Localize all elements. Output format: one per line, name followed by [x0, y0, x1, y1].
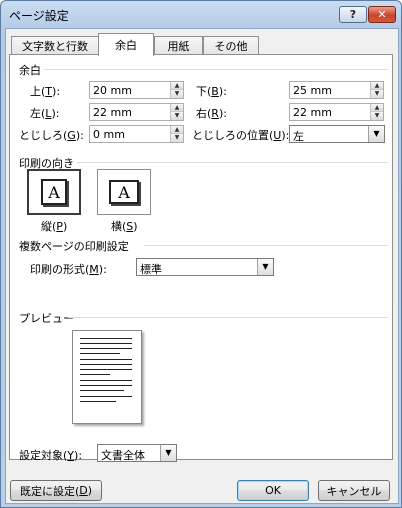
tab-margins[interactable]: 余白 [98, 33, 154, 56]
preview-text-line [80, 401, 116, 402]
print-format-select[interactable]: 標準 ▼ [136, 258, 274, 276]
right-margin-value: 22 mm [293, 106, 332, 119]
preview-text-line [80, 359, 132, 360]
spin-down-icon[interactable]: ▼ [370, 112, 383, 120]
chevron-down-icon[interactable]: ▼ [160, 445, 176, 461]
gutter-label: とじしろ(G): [19, 129, 84, 142]
help-button[interactable]: ? [339, 6, 367, 23]
gutter-position-label: とじしろの位置(U): [192, 129, 290, 142]
top-margin-spinner[interactable]: 20 mm ▲ ▼ [89, 81, 184, 99]
set-as-default-button[interactable]: 既定に設定(D) [10, 480, 102, 501]
bottom-margin-value: 25 mm [293, 84, 332, 97]
apply-to-select[interactable]: 文書全体 ▼ [97, 444, 177, 462]
spin-down-icon[interactable]: ▼ [170, 134, 183, 142]
apply-to-value: 文書全体 [101, 449, 145, 462]
right-margin-spinner[interactable]: 22 mm ▲ ▼ [289, 103, 384, 121]
bottom-margin-spinner[interactable]: 25 mm ▲ ▼ [289, 81, 384, 99]
apply-to-label: 設定対象(Y): [19, 449, 83, 462]
portrait-label: 縦(P) [41, 220, 68, 233]
spin-up-icon[interactable]: ▲ [370, 82, 383, 90]
preview-group-label: プレビュー [19, 310, 74, 326]
gutter-position-select[interactable]: 左 ▼ [289, 125, 385, 143]
chevron-down-icon[interactable]: ▼ [257, 259, 273, 275]
preview-text-line [80, 380, 132, 381]
landscape-option[interactable]: A [97, 169, 151, 215]
page-setup-dialog: ページ設定 ? ✕ 文字数と行数 余白 用紙 その他 余白 上(T): 20 m… [0, 0, 402, 508]
preview-page [72, 330, 142, 424]
landscape-label: 横(S) [111, 220, 138, 233]
portrait-option[interactable]: A [27, 169, 81, 215]
dialog-body: 文字数と行数 余白 用紙 その他 余白 上(T): 20 mm ▲ ▼ 下(B):… [5, 28, 399, 504]
portrait-page-icon: A [41, 179, 67, 205]
landscape-page-icon: A [109, 180, 139, 204]
spin-up-icon[interactable]: ▲ [170, 104, 183, 112]
preview-text-line [80, 343, 132, 344]
preview-text-line [80, 364, 132, 365]
spin-up-icon[interactable]: ▲ [170, 126, 183, 134]
gutter-value: 0 mm [93, 128, 125, 141]
left-margin-value: 22 mm [93, 106, 132, 119]
preview-text-line [80, 338, 132, 339]
tab-other[interactable]: その他 [203, 36, 259, 55]
left-margin-label: 左(L): [30, 107, 60, 120]
cancel-button[interactable]: キャンセル [318, 480, 390, 501]
multipage-group-label: 複数ページの印刷設定 [19, 238, 129, 254]
print-format-label: 印刷の形式(M): [30, 263, 107, 276]
window-title: ページ設定 [9, 9, 69, 23]
margins-panel: 余白 上(T): 20 mm ▲ ▼ 下(B): 25 mm ▲ ▼ 左(L): 2… [9, 54, 393, 462]
title-bar[interactable]: ページ設定 ? ✕ [1, 1, 401, 28]
preview-separator [68, 317, 388, 318]
preview-text-line [80, 348, 132, 349]
margins-separator [44, 69, 388, 70]
spin-up-icon[interactable]: ▲ [170, 82, 183, 90]
gutter-position-value: 左 [293, 130, 304, 143]
preview-text-line [80, 390, 124, 391]
spin-down-icon[interactable]: ▼ [170, 112, 183, 120]
margins-group-label: 余白 [19, 62, 41, 78]
left-margin-spinner[interactable]: 22 mm ▲ ▼ [89, 103, 184, 121]
preview-text-line [80, 385, 132, 386]
close-button[interactable]: ✕ [368, 6, 396, 23]
orientation-separator [77, 162, 388, 163]
bottom-margin-label: 下(B): [196, 85, 227, 98]
top-margin-value: 20 mm [93, 84, 132, 97]
tab-characters-lines[interactable]: 文字数と行数 [11, 36, 99, 55]
chevron-down-icon[interactable]: ▼ [368, 126, 384, 142]
top-margin-label: 上(T): [30, 85, 61, 98]
spin-up-icon[interactable]: ▲ [370, 104, 383, 112]
preview-text-line [80, 396, 132, 397]
right-margin-label: 右(R): [196, 107, 227, 120]
ok-button[interactable]: OK [237, 480, 309, 501]
print-format-value: 標準 [140, 263, 162, 276]
preview-text-line [80, 374, 110, 375]
spin-down-icon[interactable]: ▼ [370, 90, 383, 98]
gutter-spinner[interactable]: 0 mm ▲ ▼ [89, 125, 184, 143]
preview-text-line [80, 353, 120, 354]
preview-text-line [80, 369, 132, 370]
multipage-separator [144, 245, 388, 246]
spin-down-icon[interactable]: ▼ [170, 90, 183, 98]
tab-paper[interactable]: 用紙 [154, 36, 203, 55]
